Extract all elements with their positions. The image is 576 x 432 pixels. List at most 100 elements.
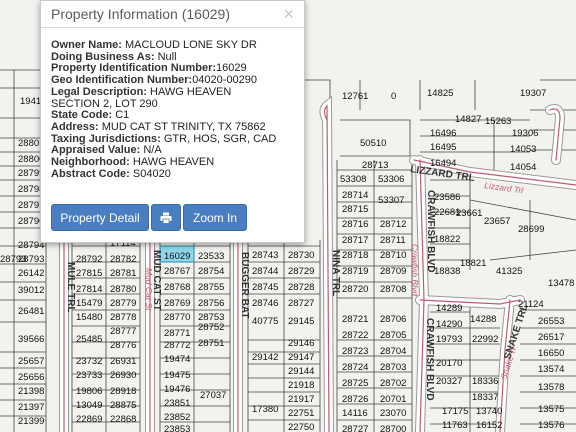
parcel-number: 22869 (76, 414, 102, 425)
parcel-number: 28721 (342, 314, 368, 325)
parcel-number: 28724 (342, 362, 368, 373)
parcel-number: 29146 (288, 338, 314, 349)
parcel-number: 22681 (434, 207, 460, 218)
parcel-number: 14288 (470, 314, 496, 325)
popup-title: Property Information (16029) (51, 6, 230, 22)
parcel-number: 13478 (548, 278, 574, 289)
property-info-popup: Property Information (16029) × Owner Nam… (40, 0, 305, 243)
parcel-number: 28743 (252, 250, 278, 261)
parcel-number: 39566 (18, 334, 44, 345)
parcel-number: 53308 (340, 174, 366, 185)
parcel-number: 27815 (76, 268, 102, 279)
parcel-number: 39012 (18, 285, 44, 296)
parcel-number: 15479 (76, 298, 102, 309)
parcel-number: 28718 (342, 250, 368, 261)
parcel-number: 13574 (538, 364, 564, 375)
parcel-number: 25656 (18, 372, 44, 383)
parcel-number: 26142 (18, 268, 44, 279)
parcel-number: 22750 (288, 422, 314, 432)
field-abstract-code: Abstract Code: S04020 (51, 167, 171, 180)
parcel-number: 28770 (164, 312, 190, 323)
parcel-number: 16152 (476, 420, 502, 431)
parcel-number: 26553 (538, 316, 564, 327)
parcel-number: 18838 (434, 266, 460, 277)
parcel-number: 14053 (510, 144, 536, 155)
parcel-number: 25485 (76, 334, 102, 345)
parcel-number: 28706 (380, 314, 406, 325)
parcel-number: 28713 (362, 160, 388, 171)
zoom-in-button[interactable]: Zoom In (183, 204, 247, 231)
parcel-number: 18822 (434, 234, 460, 245)
parcel-number: 13578 (538, 382, 564, 393)
printer-icon (160, 212, 172, 224)
road-label-crawfish-alt: Crawfish Blvd (410, 244, 420, 296)
parcel-number: 23732 (76, 356, 102, 367)
parcel-number: 50510 (360, 138, 386, 149)
print-button[interactable] (151, 204, 181, 231)
parcel-number: 14825 (427, 88, 453, 99)
parcel-number: 28768 (164, 282, 190, 293)
parcel-number: 13575 (538, 404, 564, 415)
parcel-number: 29142 (252, 352, 278, 363)
parcel-number: 28708 (380, 284, 406, 295)
parcel-number: 15480 (76, 312, 102, 323)
parcel-number: 28723 (342, 346, 368, 357)
parcel-number: 19475 (164, 370, 190, 381)
parcel-number: 28767 (164, 266, 190, 277)
parcel-number: 26931 (110, 356, 136, 367)
parcel-number: 29147 (288, 352, 314, 363)
parcel-number: 14827 (455, 114, 481, 125)
property-detail-button[interactable]: Property Detail (51, 204, 149, 231)
parcel-number: 19474 (164, 354, 190, 365)
parcel-number: 14289 (436, 303, 462, 314)
parcel-number: 28714 (342, 190, 368, 201)
parcel-number: 28777 (110, 326, 136, 337)
parcel-number: 23852 (164, 412, 190, 423)
parcel-number: 28727 (342, 424, 368, 432)
parcel-number: 20701 (380, 394, 406, 405)
parcel-number: 29144 (288, 366, 314, 377)
road-label-crawfish-lower: CRAWFISH BLVD (424, 318, 435, 401)
parcel-number: 28729 (288, 266, 314, 277)
parcel-number: 25657 (18, 356, 44, 367)
road-label-bugger-bat: BUGGER BAT (239, 252, 250, 318)
parcel-number: 19793 (436, 334, 462, 345)
parcel-number: 16494 (430, 158, 456, 169)
parcel-number: 16029 (164, 251, 190, 262)
parcel-number: 28703 (380, 362, 406, 373)
parcel-number: 29145 (288, 316, 314, 327)
parcel-number: 17175 (442, 406, 468, 417)
parcel-number: 21917 (288, 394, 314, 405)
parcel-number: 26481 (18, 306, 44, 317)
parcel-number: 28700 (380, 424, 406, 432)
parcel-number: 19307 (520, 88, 546, 99)
parcel-number: 14116 (342, 408, 368, 419)
parcel-number: 28728 (288, 282, 314, 293)
parcel-number: 16650 (538, 348, 564, 359)
parcel-number: 41325 (496, 266, 522, 277)
parcel-number: 28719 (342, 266, 368, 277)
parcel-number: 23851 (164, 398, 190, 409)
parcel-number: 27814 (76, 284, 102, 295)
parcel-number: 12761 (342, 91, 368, 102)
parcel-number: 26517 (538, 332, 564, 343)
parcel-number: 22751 (288, 408, 314, 419)
parcel-number: 22992 (472, 334, 498, 345)
parcel-number: 28792 (76, 254, 102, 265)
parcel-number: 23853 (164, 424, 190, 432)
parcel-number: 14054 (510, 162, 536, 173)
popup-body: Owner Name: MACLOUD LONE SKY DR Doing Bu… (41, 28, 304, 180)
parcel-number: 28705 (380, 330, 406, 341)
parcel-number: 16496 (430, 128, 456, 139)
parcel-number: 28730 (288, 250, 314, 261)
parcel-number: 26930 (110, 370, 136, 381)
parcel-number: 28771 (164, 328, 190, 339)
parcel-number: 53307 (378, 195, 404, 206)
parcel-number: 18337 (472, 392, 498, 403)
parcel-number: 28710 (380, 250, 406, 261)
parcel-number: 13049 (76, 400, 102, 411)
parcel-number: 28717 (342, 235, 368, 246)
parcel-number: 28772 (164, 340, 190, 351)
close-icon[interactable]: × (283, 5, 294, 23)
parcel-number: 20170 (436, 358, 462, 369)
